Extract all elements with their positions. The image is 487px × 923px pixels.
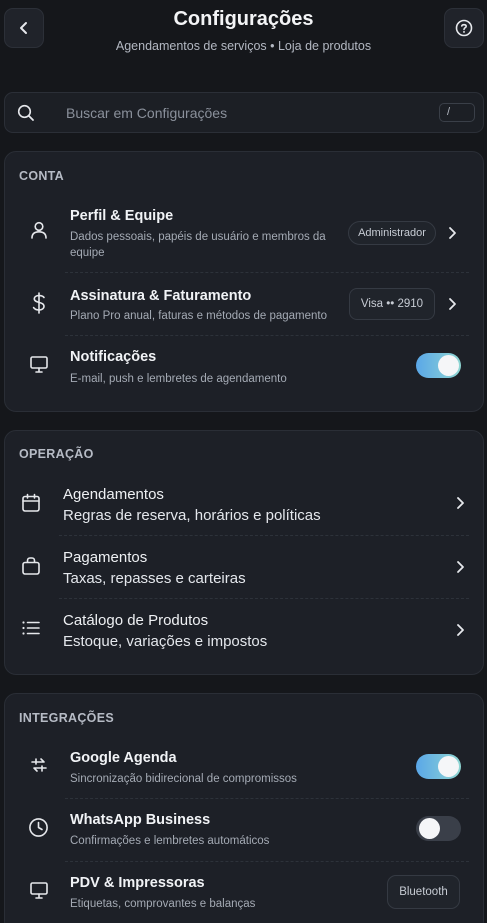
section-title: CONTA (19, 169, 65, 183)
settings-row-whatsapp[interactable]: WhatsApp Business Confirmações e lembret… (5, 799, 483, 861)
list-icon (21, 620, 41, 636)
row-description: Etiquetas, comprovantes e balanças (70, 898, 256, 910)
page-subtitle: Agendamentos de serviços • Loja de produ… (115, 39, 372, 53)
chevron-right-icon (455, 623, 465, 637)
page-title: Configurações (173, 8, 314, 30)
whatsapp-toggle[interactable] (416, 816, 461, 841)
help-icon (455, 19, 473, 37)
chevron-right-icon (455, 560, 465, 574)
row-description: Estoque, variações e impostos (63, 633, 268, 650)
search-icon (17, 104, 35, 122)
settings-row-notificacoes[interactable]: Notificações E-mail, push e lembretes de… (5, 336, 483, 402)
row-title: Catálogo de Produtos (63, 612, 209, 629)
toggle-knob (438, 756, 459, 777)
row-title: Agendamentos (63, 486, 164, 503)
chevron-right-icon (455, 496, 465, 510)
user-icon (29, 220, 49, 240)
connection-badge: Bluetooth (387, 875, 460, 909)
row-title: Google Agenda (70, 750, 177, 766)
calendar-icon (21, 493, 41, 513)
settings-row-google-agenda[interactable]: Google Agenda Sincronização bidirecional… (5, 736, 483, 798)
settings-row-catalogo[interactable]: Catálogo de Produtos Estoque, variações … (5, 599, 483, 661)
row-description: Dados pessoais, papéis de usuário e memb… (70, 231, 326, 243)
section-title: OPERAÇÃO (19, 447, 94, 461)
header: Configurações Agendamentos de serviços •… (0, 0, 487, 70)
section-title: INTEGRAÇÕES (19, 711, 114, 725)
monitor-icon (29, 354, 49, 374)
row-title: PDV & Impressoras (70, 875, 205, 891)
row-description: Confirmações e lembretes automáticos (70, 835, 270, 847)
search-input[interactable]: Buscar em Configurações / (4, 92, 484, 133)
sync-icon (29, 755, 49, 775)
chevron-right-icon (447, 226, 457, 240)
clock-icon (28, 817, 49, 838)
section-operacao: OPERAÇÃO Agendamentos Regras de reserva,… (4, 430, 484, 675)
bag-icon (21, 556, 41, 576)
row-title: Pagamentos (63, 549, 148, 566)
row-title: Notificações (70, 349, 157, 365)
toggle-knob (438, 355, 459, 376)
settings-row-assinatura[interactable]: Assinatura & Faturamento Plano Pro anual… (5, 273, 483, 335)
section-integracoes: INTEGRAÇÕES Google Agenda Sincronização … (4, 693, 484, 923)
row-title: Perfil & Equipe (70, 208, 174, 224)
chevron-right-icon (447, 297, 457, 311)
settings-row-perfil[interactable]: Perfil & Equipe Dados pessoais, papéis d… (5, 196, 483, 272)
row-title: WhatsApp Business (70, 812, 211, 828)
section-conta: CONTA Perfil & Equipe Dados pessoais, pa… (4, 151, 484, 412)
help-button[interactable] (444, 8, 484, 48)
search-shortcut-badge: / (439, 103, 475, 122)
row-title: Assinatura & Faturamento (70, 288, 252, 304)
notifications-toggle[interactable] (416, 353, 461, 378)
monitor-icon (29, 880, 49, 900)
settings-row-pagamentos[interactable]: Pagamentos Taxas, repasses e carteiras (5, 536, 483, 598)
payment-method-badge: Visa •• 2910 (349, 288, 435, 320)
toggle-knob (419, 818, 440, 839)
row-description: Taxas, repasses e carteiras (63, 570, 246, 587)
row-description: Regras de reserva, horários e políticas (63, 507, 321, 524)
role-badge: Administrador (348, 221, 436, 245)
settings-row-pdv[interactable]: PDV & Impressoras Etiquetas, comprovante… (5, 862, 483, 923)
settings-row-agendamentos[interactable]: Agendamentos Regras de reserva, horários… (5, 472, 483, 534)
row-description: E-mail, push e lembretes de agendamento (70, 373, 287, 385)
dollar-icon (30, 292, 48, 314)
row-description: Plano Pro anual, faturas e métodos de pa… (70, 310, 328, 322)
google-agenda-toggle[interactable] (416, 754, 461, 779)
row-description: Sincronização bidirecional de compromiss… (70, 773, 297, 785)
search-placeholder: Buscar em Configurações (66, 105, 228, 121)
row-description-cont: equipe (70, 247, 105, 259)
